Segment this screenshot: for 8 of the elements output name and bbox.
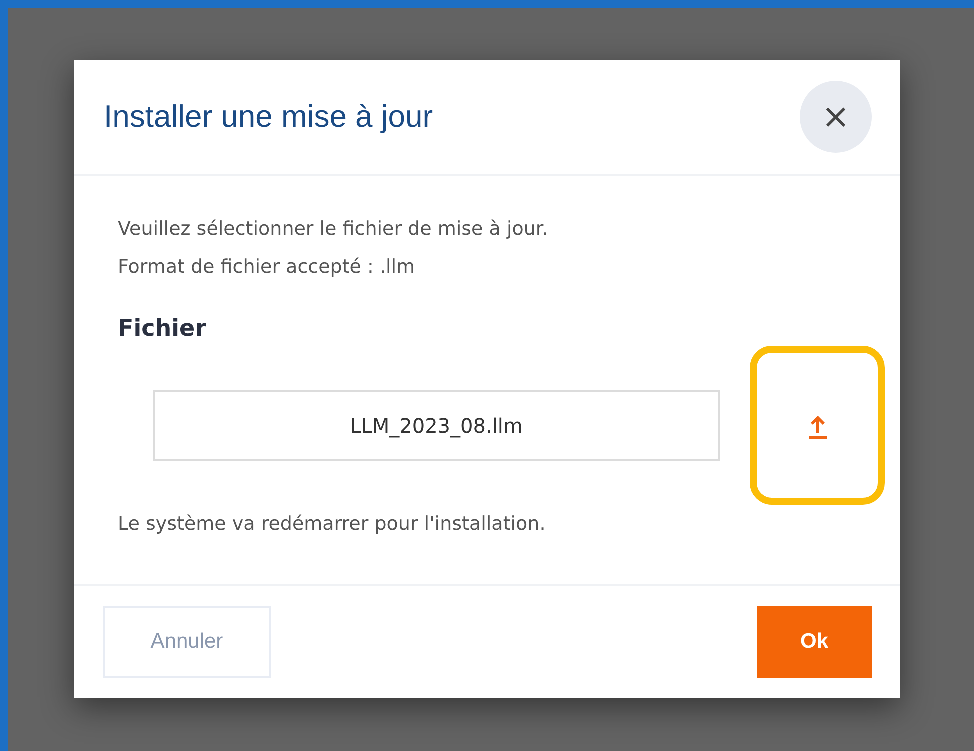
- upload-button[interactable]: [750, 346, 885, 505]
- instruction-text: Format de fichier accepté : .llm: [118, 255, 416, 280]
- close-button[interactable]: ×: [800, 81, 872, 153]
- dialog-title: Installer une mise à jour: [104, 99, 434, 135]
- note-text: Le système va redémarrer pour l'installation.: [118, 513, 547, 535]
- instruction-text: Veuillez sélectionner le fichier de mise à jour.: [118, 217, 549, 242]
- file-field[interactable]: LLM_2023_08.llm: [153, 390, 720, 461]
- field-label: Fichier: [118, 316, 208, 342]
